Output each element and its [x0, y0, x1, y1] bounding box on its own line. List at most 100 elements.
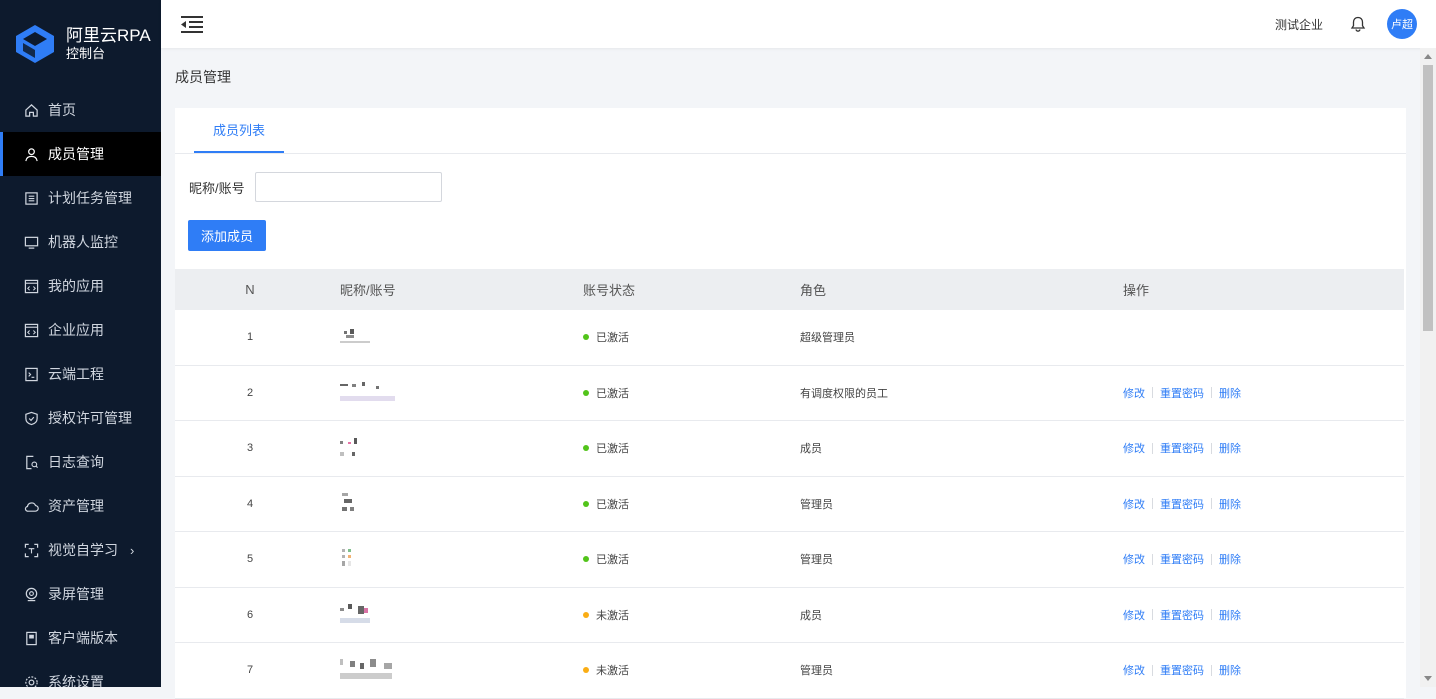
reset-password-link[interactable]: 重置密码 — [1160, 662, 1204, 678]
reset-password-link[interactable]: 重置密码 — [1160, 385, 1204, 401]
cloud-project-icon — [23, 366, 39, 382]
member-list-card: 成员列表 昵称/账号 添加成员 N 昵称/账号 账号状态 角色 操作 1 已激活 超… — [175, 108, 1406, 699]
nickname-cell — [325, 493, 583, 514]
sidebar-item-9[interactable]: 资产管理 — [0, 484, 161, 528]
sidebar-item-label: 计划任务管理 — [48, 190, 132, 206]
table-row: 4 已激活 管理员 修改 重置密码 删除 — [175, 477, 1404, 532]
column-header-role: 角色 — [800, 283, 827, 298]
action-divider — [1152, 664, 1153, 676]
edit-link[interactable]: 修改 — [1123, 551, 1145, 567]
status-cell: 已激活 — [583, 551, 800, 567]
redacted-name-image — [340, 437, 357, 456]
sidebar-item-5[interactable]: 企业应用 — [0, 308, 161, 352]
sidebar-item-label: 视觉自学习 — [48, 542, 118, 558]
status-dot-icon — [583, 556, 589, 563]
row-index: 3 — [246, 442, 254, 455]
sidebar-item-label: 云端工程 — [48, 366, 104, 382]
row-index: 7 — [246, 664, 254, 677]
list-icon — [23, 190, 39, 206]
delete-link[interactable]: 删除 — [1219, 385, 1241, 401]
sidebar-item-12[interactable]: 客户端版本 — [0, 616, 161, 660]
edit-link[interactable]: 修改 — [1123, 496, 1145, 512]
sidebar-item-1[interactable]: 成员管理 — [0, 132, 161, 176]
redacted-name-image — [340, 493, 354, 512]
edit-link[interactable]: 修改 — [1123, 385, 1145, 401]
nickname-account-input[interactable] — [254, 172, 442, 202]
status-dot-icon — [583, 389, 589, 396]
add-member-button[interactable]: 添加成员 — [188, 220, 266, 251]
row-index: 4 — [246, 497, 254, 510]
action-divider — [1152, 442, 1153, 454]
tab-bar: 成员列表 — [175, 108, 1406, 154]
scroll-down-arrow-icon[interactable] — [1424, 676, 1432, 681]
sidebar-item-label: 机器人监控 — [48, 234, 118, 250]
delete-link[interactable]: 删除 — [1219, 496, 1241, 512]
sidebar-item-3[interactable]: 机器人监控 — [0, 220, 161, 264]
action-divider — [1152, 387, 1153, 399]
nickname-cell — [325, 658, 583, 682]
role-cell: 成员 — [800, 443, 822, 456]
action-divider — [1211, 387, 1212, 399]
menu-fold-icon — [181, 16, 203, 33]
scroll-thumb[interactable] — [1423, 65, 1433, 331]
reset-password-link[interactable]: 重置密码 — [1160, 607, 1204, 623]
sidebar-item-4[interactable]: 我的应用 — [0, 264, 161, 308]
bell-icon — [1350, 16, 1366, 32]
nickname-cell — [325, 328, 583, 346]
role-cell: 成员 — [800, 609, 822, 622]
nickname-cell — [325, 381, 583, 404]
sidebar-item-label: 授权许可管理 — [48, 410, 132, 426]
reset-password-link[interactable]: 重置密码 — [1160, 440, 1204, 456]
status-cell: 未激活 — [583, 662, 800, 678]
edit-link[interactable]: 修改 — [1123, 607, 1145, 623]
notification-button[interactable] — [1349, 15, 1367, 33]
page-scrollbar[interactable] — [1420, 48, 1436, 687]
sidebar-item-label: 企业应用 — [48, 322, 104, 338]
user-avatar[interactable]: 卢超 — [1387, 9, 1417, 39]
status-dot-icon — [583, 667, 589, 674]
status-cell: 已激活 — [583, 329, 800, 345]
reset-password-link[interactable]: 重置密码 — [1160, 496, 1204, 512]
sidebar-item-6[interactable]: 云端工程 — [0, 352, 161, 396]
action-divider — [1152, 553, 1153, 565]
tab-member-list[interactable]: 成员列表 — [194, 108, 284, 153]
row-index: 1 — [246, 331, 254, 344]
delete-link[interactable]: 删除 — [1219, 607, 1241, 623]
edit-link[interactable]: 修改 — [1123, 662, 1145, 678]
actions-cell: 修改 重置密码 删除 — [1123, 440, 1404, 456]
sidebar-item-8[interactable]: 日志查询 — [0, 440, 161, 484]
sidebar-item-2[interactable]: 计划任务管理 — [0, 176, 161, 220]
sidebar-item-11[interactable]: 录屏管理 — [0, 572, 161, 616]
edit-link[interactable]: 修改 — [1123, 440, 1145, 456]
role-cell: 有调度权限的员工 — [800, 387, 888, 400]
action-divider — [1152, 498, 1153, 510]
delete-link[interactable]: 删除 — [1219, 551, 1241, 567]
action-divider — [1211, 498, 1212, 510]
sidebar-item-10[interactable]: 视觉自学习 › — [0, 528, 161, 572]
scroll-up-arrow-icon[interactable] — [1424, 54, 1432, 59]
redacted-name-image — [340, 381, 395, 401]
role-cell: 管理员 — [800, 498, 833, 511]
delete-link[interactable]: 删除 — [1219, 440, 1241, 456]
sidebar-item-label: 我的应用 — [48, 278, 104, 294]
column-header-actions: 操作 — [1123, 283, 1150, 298]
sidebar-item-13[interactable]: 系统设置 — [0, 660, 161, 687]
menu-collapse-button[interactable] — [181, 14, 203, 34]
user-icon — [23, 146, 39, 162]
cloud-icon — [23, 498, 39, 514]
sidebar-item-7[interactable]: 授权许可管理 — [0, 396, 161, 440]
record-icon — [23, 586, 39, 602]
sidebar-item-label: 录屏管理 — [48, 586, 104, 602]
member-table: N 昵称/账号 账号状态 角色 操作 1 已激活 超级管理员 2 已激活 有调度权限的员工… — [175, 269, 1404, 699]
reset-password-link[interactable]: 重置密码 — [1160, 551, 1204, 567]
row-index: 2 — [246, 386, 254, 399]
delete-link[interactable]: 删除 — [1219, 662, 1241, 678]
sidebar-item-0[interactable]: 首页 — [0, 88, 161, 132]
brand[interactable]: 阿里云RPA 控制台 — [0, 0, 161, 88]
status-text: 已激活 — [596, 387, 629, 400]
column-header-status: 账号状态 — [583, 283, 636, 298]
aliyun-logo-icon — [16, 25, 54, 63]
action-divider — [1211, 442, 1212, 454]
status-dot-icon — [583, 500, 589, 507]
company-switcher[interactable]: 测试企业 — [1275, 16, 1323, 33]
